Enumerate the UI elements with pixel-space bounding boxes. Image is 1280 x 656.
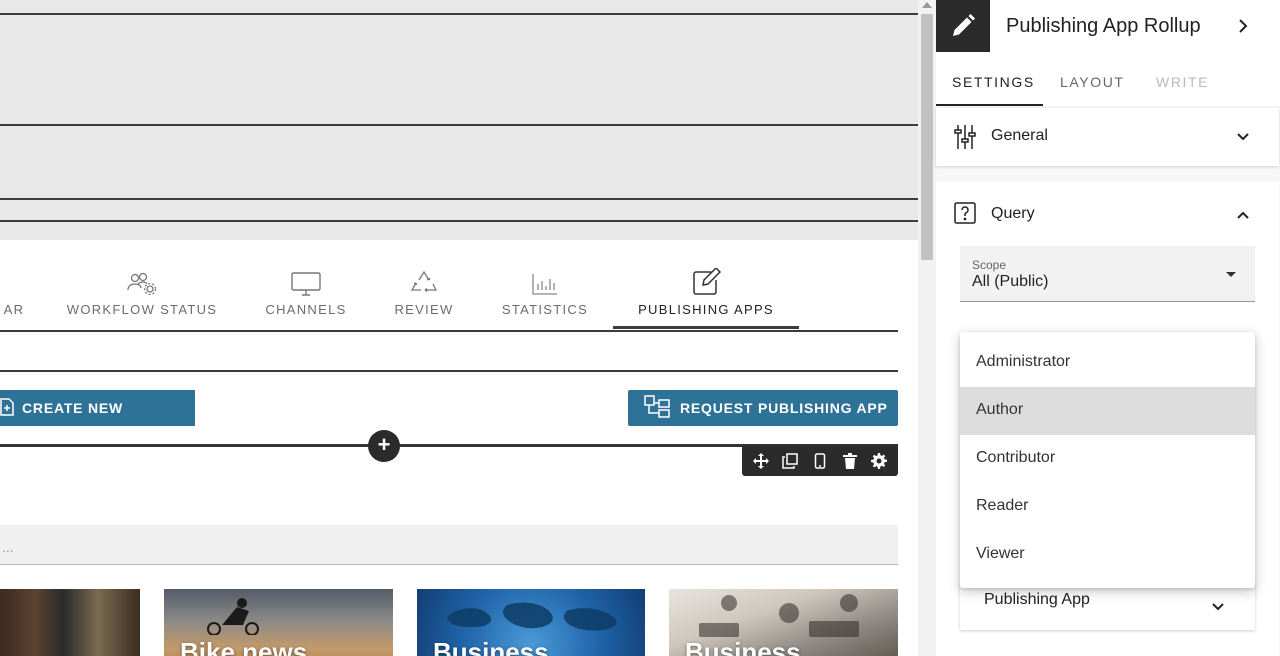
scope-value: All (Public) [972,273,1049,290]
dropdown-option-author[interactable]: Author [960,387,1255,435]
publishing-app-select[interactable]: Publishing App [960,582,1255,630]
sliders-icon [954,124,976,155]
app-card[interactable]: Bike news [164,589,393,656]
divider [0,220,918,222]
scope-select[interactable]: Scope All (Public) [960,246,1255,302]
divider [0,370,898,372]
monitor-icon [290,262,322,296]
card-title: Bike news [180,637,308,656]
tab-review[interactable]: REVIEW [390,262,458,330]
create-new-label: CREATE NEW [22,400,124,416]
app-card[interactable] [0,589,140,656]
bar-chart-icon [531,262,559,296]
tab-label: WORKFLOW STATUS [66,302,218,317]
sitemap-icon [644,394,670,422]
query-label: Query [991,205,1035,222]
tab-write: WRITE [1156,74,1210,90]
app-card[interactable]: Business [417,589,645,656]
tab-label: STATISTICS [501,302,589,317]
dropdown-option-administrator[interactable]: Administrator [960,339,1255,387]
mobile-icon[interactable] [810,451,830,471]
tab-label: CHANNELS [265,302,347,317]
divider [0,330,898,332]
scope-label: Scope [972,258,1007,272]
card-title: Business [685,637,801,656]
add-section-button[interactable]: + [368,430,400,462]
chevron-up-icon[interactable] [1235,208,1251,226]
pencil-icon [936,0,990,52]
caret-down-icon [1226,272,1236,277]
divider [0,198,918,200]
dropdown-option-contributor[interactable]: Contributor [960,435,1255,483]
panel-title: Publishing App Rollup [1006,15,1201,37]
active-tab-indicator [936,104,1043,106]
publishing-app-label: Publishing App [984,591,1090,608]
tab-label: REVIEW [394,302,454,317]
tab-settings[interactable]: SETTINGS [952,74,1035,90]
webpart-toolbar [742,446,898,476]
role-dropdown-menu: Administrator Author Contributor Reader … [960,332,1255,588]
general-section-header[interactable]: General [936,108,1279,166]
tab-channels[interactable]: CHANNELS [258,262,354,330]
edit-icon [691,262,721,296]
panel-header: Publishing App Rollup [936,0,1280,52]
tab-label: PUBLISHING APPS [638,302,774,317]
scroll-up-icon[interactable] [922,2,932,8]
tab-calendar[interactable]: AR [0,262,34,330]
card-title: Business [433,637,549,656]
app-tabs: AR WORKFLOW STATUS CHANNELS REVIEW STATI… [0,262,898,332]
recycle-icon [410,262,438,296]
header-placeholder-area [0,0,918,240]
users-gear-icon [126,262,158,296]
chevron-right-icon[interactable] [1236,16,1250,41]
panel-tabs: SETTINGS LAYOUT WRITE [936,52,1280,106]
duplicate-icon[interactable] [780,451,800,471]
general-label: General [991,127,1048,144]
dropdown-option-reader[interactable]: Reader [960,483,1255,531]
gear-icon[interactable] [869,451,889,471]
tab-layout[interactable]: LAYOUT [1060,74,1125,90]
move-icon[interactable] [751,451,771,471]
page-canvas: AR WORKFLOW STATUS CHANNELS REVIEW STATI… [0,0,918,656]
chevron-down-icon [1235,130,1251,148]
divider [0,13,918,15]
tab-publishing-apps[interactable]: PUBLISHING APPS [623,262,789,330]
divider [0,124,918,126]
tab-label: AR [3,302,25,317]
document-icon [0,397,14,419]
request-publishing-app-label: REQUEST PUBLISHING APP [680,400,888,416]
dropdown-option-viewer[interactable]: Viewer [960,531,1255,579]
create-new-button[interactable]: CREATE NEW [0,390,195,426]
trash-icon[interactable] [840,451,860,471]
chevron-down-icon [1210,600,1226,618]
tab-workflow-status[interactable]: WORKFLOW STATUS [62,262,222,330]
search-placeholder: ... [2,539,14,555]
request-publishing-app-button[interactable]: REQUEST PUBLISHING APP [628,390,898,426]
tab-statistics[interactable]: STATISTICS [496,262,594,330]
search-input[interactable]: ... [0,525,898,565]
scroll-thumb[interactable] [921,14,933,260]
question-icon [954,202,976,229]
app-card[interactable]: Business [669,589,898,656]
active-tab-indicator [613,326,799,329]
